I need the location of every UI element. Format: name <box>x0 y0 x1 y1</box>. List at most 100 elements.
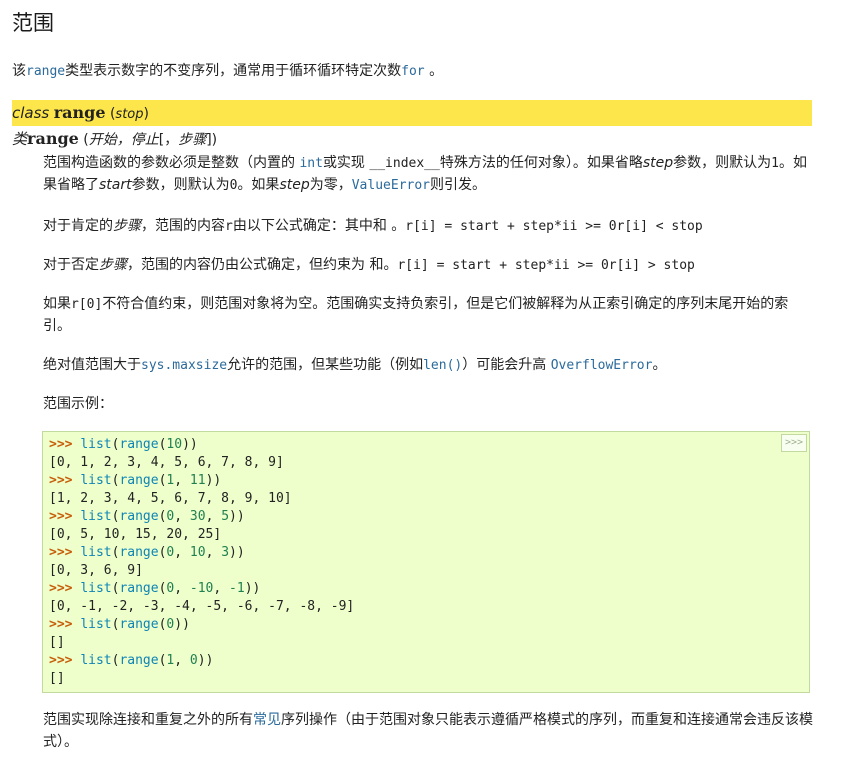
param-start: start <box>99 176 132 193</box>
text: 参数，则默认为 <box>673 155 772 171</box>
text: 对于肯定的 <box>43 218 113 234</box>
code-punct: ) <box>189 437 198 452</box>
code-punct: ) <box>205 653 214 668</box>
code-punct: , <box>174 545 183 560</box>
code-punct: , <box>174 653 183 668</box>
code-builtin: range <box>119 617 159 632</box>
paragraph-empty-range: 如果r[0]不符合值约束，则范围对象将为空。范围确实支持负索引，但是它们被解释为… <box>43 294 813 337</box>
text: 绝对值范围大于 <box>43 357 141 373</box>
code-punct: ) <box>213 473 222 488</box>
code-builtin: range <box>119 509 159 524</box>
range-code-link[interactable]: range <box>26 64 65 79</box>
code-input-line: >>> list(range(0, 10, 3)) <box>49 544 809 562</box>
intro-text: 。 <box>424 63 444 79</box>
for-code-link[interactable]: for <box>401 64 424 79</box>
paragraph-positive-step: 对于肯定的步骤，范围的内容r由以下公式确定：其中和 。r[i] = start … <box>43 216 813 238</box>
valueerror-link[interactable]: ValueError <box>352 178 430 193</box>
code-builtin: range <box>119 581 159 596</box>
paragraph-maxsize: 绝对值范围大于sys.maxsize允许的范围，但某些功能（例如len()）可能… <box>43 355 813 377</box>
signature-name: range <box>53 103 106 122</box>
prompt-marker: >>> <box>49 473 81 488</box>
code-punct: ) <box>182 617 190 632</box>
text: 。 <box>652 357 667 373</box>
code-number: -1 <box>229 581 245 596</box>
signature-secondary: 类range (开始，停止[，步骤]) <box>12 126 217 152</box>
signature-param-stop: 停止 <box>130 132 159 148</box>
code-output-line: [] <box>49 671 65 686</box>
intro-paragraph: 该range类型表示数字的不变序列，通常用于循环循环特定次数for 。 <box>12 61 443 83</box>
code-builtin: list <box>80 473 112 488</box>
code-punct <box>182 653 190 668</box>
text: 允许的范围，但某些功能（例如 <box>227 357 424 373</box>
text: ，范围的内容仍由公式确定，但约束为 和。 <box>127 257 398 273</box>
code-builtin: range <box>119 473 159 488</box>
code-number: 3 <box>221 545 230 560</box>
code-input-text: list(range(0, 30, 5)) <box>80 509 244 524</box>
formula-code: r[i] = start + step*ii >= 0r[i] < stop <box>405 219 703 234</box>
int-link[interactable]: int <box>299 156 322 171</box>
param-step: 步骤 <box>113 218 141 234</box>
code-punct: ) <box>174 617 183 632</box>
code-r0: r[0] <box>71 297 103 312</box>
code-output-line: [0, 3, 6, 9] <box>49 563 143 578</box>
code-number: 10 <box>166 437 183 452</box>
code-output-line: [0, 5, 10, 15, 20, 25] <box>49 527 222 542</box>
code-builtin: range <box>119 545 159 560</box>
text: ）可能会升高 <box>462 357 551 373</box>
param-step: 步骤 <box>99 257 127 273</box>
code-number: 30 <box>189 509 206 524</box>
text: ，范围的内容 <box>141 218 225 234</box>
prompt-marker: >>> <box>49 653 81 668</box>
text: 范围构造函数的参数必须是整数（内置的 <box>43 155 300 171</box>
param-step: step <box>642 155 674 171</box>
signature-paren: ( <box>105 106 116 122</box>
prompt-marker: >>> <box>49 545 81 560</box>
code-output-line: [1, 2, 3, 4, 5, 6, 7, 8, 9, 10] <box>49 491 292 506</box>
signature-paren: ) <box>211 132 218 148</box>
code-number: 0 <box>189 653 198 668</box>
param-step: step <box>279 176 310 193</box>
code-input-line: >>> list(range(1, 0)) <box>49 652 809 670</box>
code-builtin: list <box>80 581 112 596</box>
signature-keyword: 类 <box>12 130 28 148</box>
code-punct: ) <box>197 653 206 668</box>
intro-text: 该 <box>12 63 26 79</box>
copy-prompt-toggle-button[interactable]: >>> <box>781 434 807 452</box>
code-punct <box>182 545 190 560</box>
common-sequence-ops-link[interactable]: 常见 <box>253 712 281 728</box>
code-output-line: [0, 1, 2, 3, 4, 5, 6, 7, 8, 9] <box>49 455 284 470</box>
code-builtin: list <box>80 509 112 524</box>
code-example-block: >>> >>> list(range(10)) [0, 1, 2, 3, 4, 5… <box>42 431 810 693</box>
code-punct: , <box>174 509 183 524</box>
code-punct: ) <box>182 437 190 452</box>
text: 范围实现除连接和重复之外的所有 <box>43 712 253 728</box>
code-punct <box>182 581 190 596</box>
text: 特殊方法的任何对象）。如果省略 <box>439 155 643 171</box>
len-link[interactable]: len() <box>423 358 462 373</box>
code-input-text: list(range(10)) <box>80 437 197 452</box>
code-input-text: list(range(0)) <box>80 617 190 632</box>
code-number: 11 <box>189 473 206 488</box>
formula-code: r[i] = start + step*ii >= 0r[i] > stop <box>397 258 695 273</box>
code-input-text: list(range(0, -10, -1)) <box>80 581 260 596</box>
code-builtin: list <box>80 653 112 668</box>
prompt-marker: >>> <box>49 509 81 524</box>
sys-maxsize-link[interactable]: sys.maxsize <box>141 358 227 373</box>
code-input-text: list(range(1, 0)) <box>80 653 213 668</box>
text: 由以下公式确定：其中和 。 <box>232 218 406 234</box>
code-input-line: >>> list(range(0, 30, 5)) <box>49 508 809 526</box>
code-builtin: list <box>80 617 112 632</box>
code-input-line: >>> list(range(10)) <box>49 436 809 454</box>
signature-param-stop: stop <box>115 107 144 122</box>
code-input-line: >>> list(range(0)) <box>49 616 809 634</box>
text: 对于否定 <box>43 257 99 273</box>
signature-name: range <box>27 129 79 148</box>
code-builtin: range <box>119 437 159 452</box>
signature-paren: ) <box>143 106 149 122</box>
signature-param-start: 开始， <box>88 132 131 148</box>
text: 不符合值约束，则范围对象将为空。范围确实支持负索引，但是它们被解释为从正索引确定… <box>43 296 789 334</box>
code-r: r <box>225 219 233 234</box>
code-punct: , <box>174 473 183 488</box>
text: 参数，则默认为 <box>131 176 230 193</box>
overflowerror-link[interactable]: OverflowError <box>551 358 653 373</box>
